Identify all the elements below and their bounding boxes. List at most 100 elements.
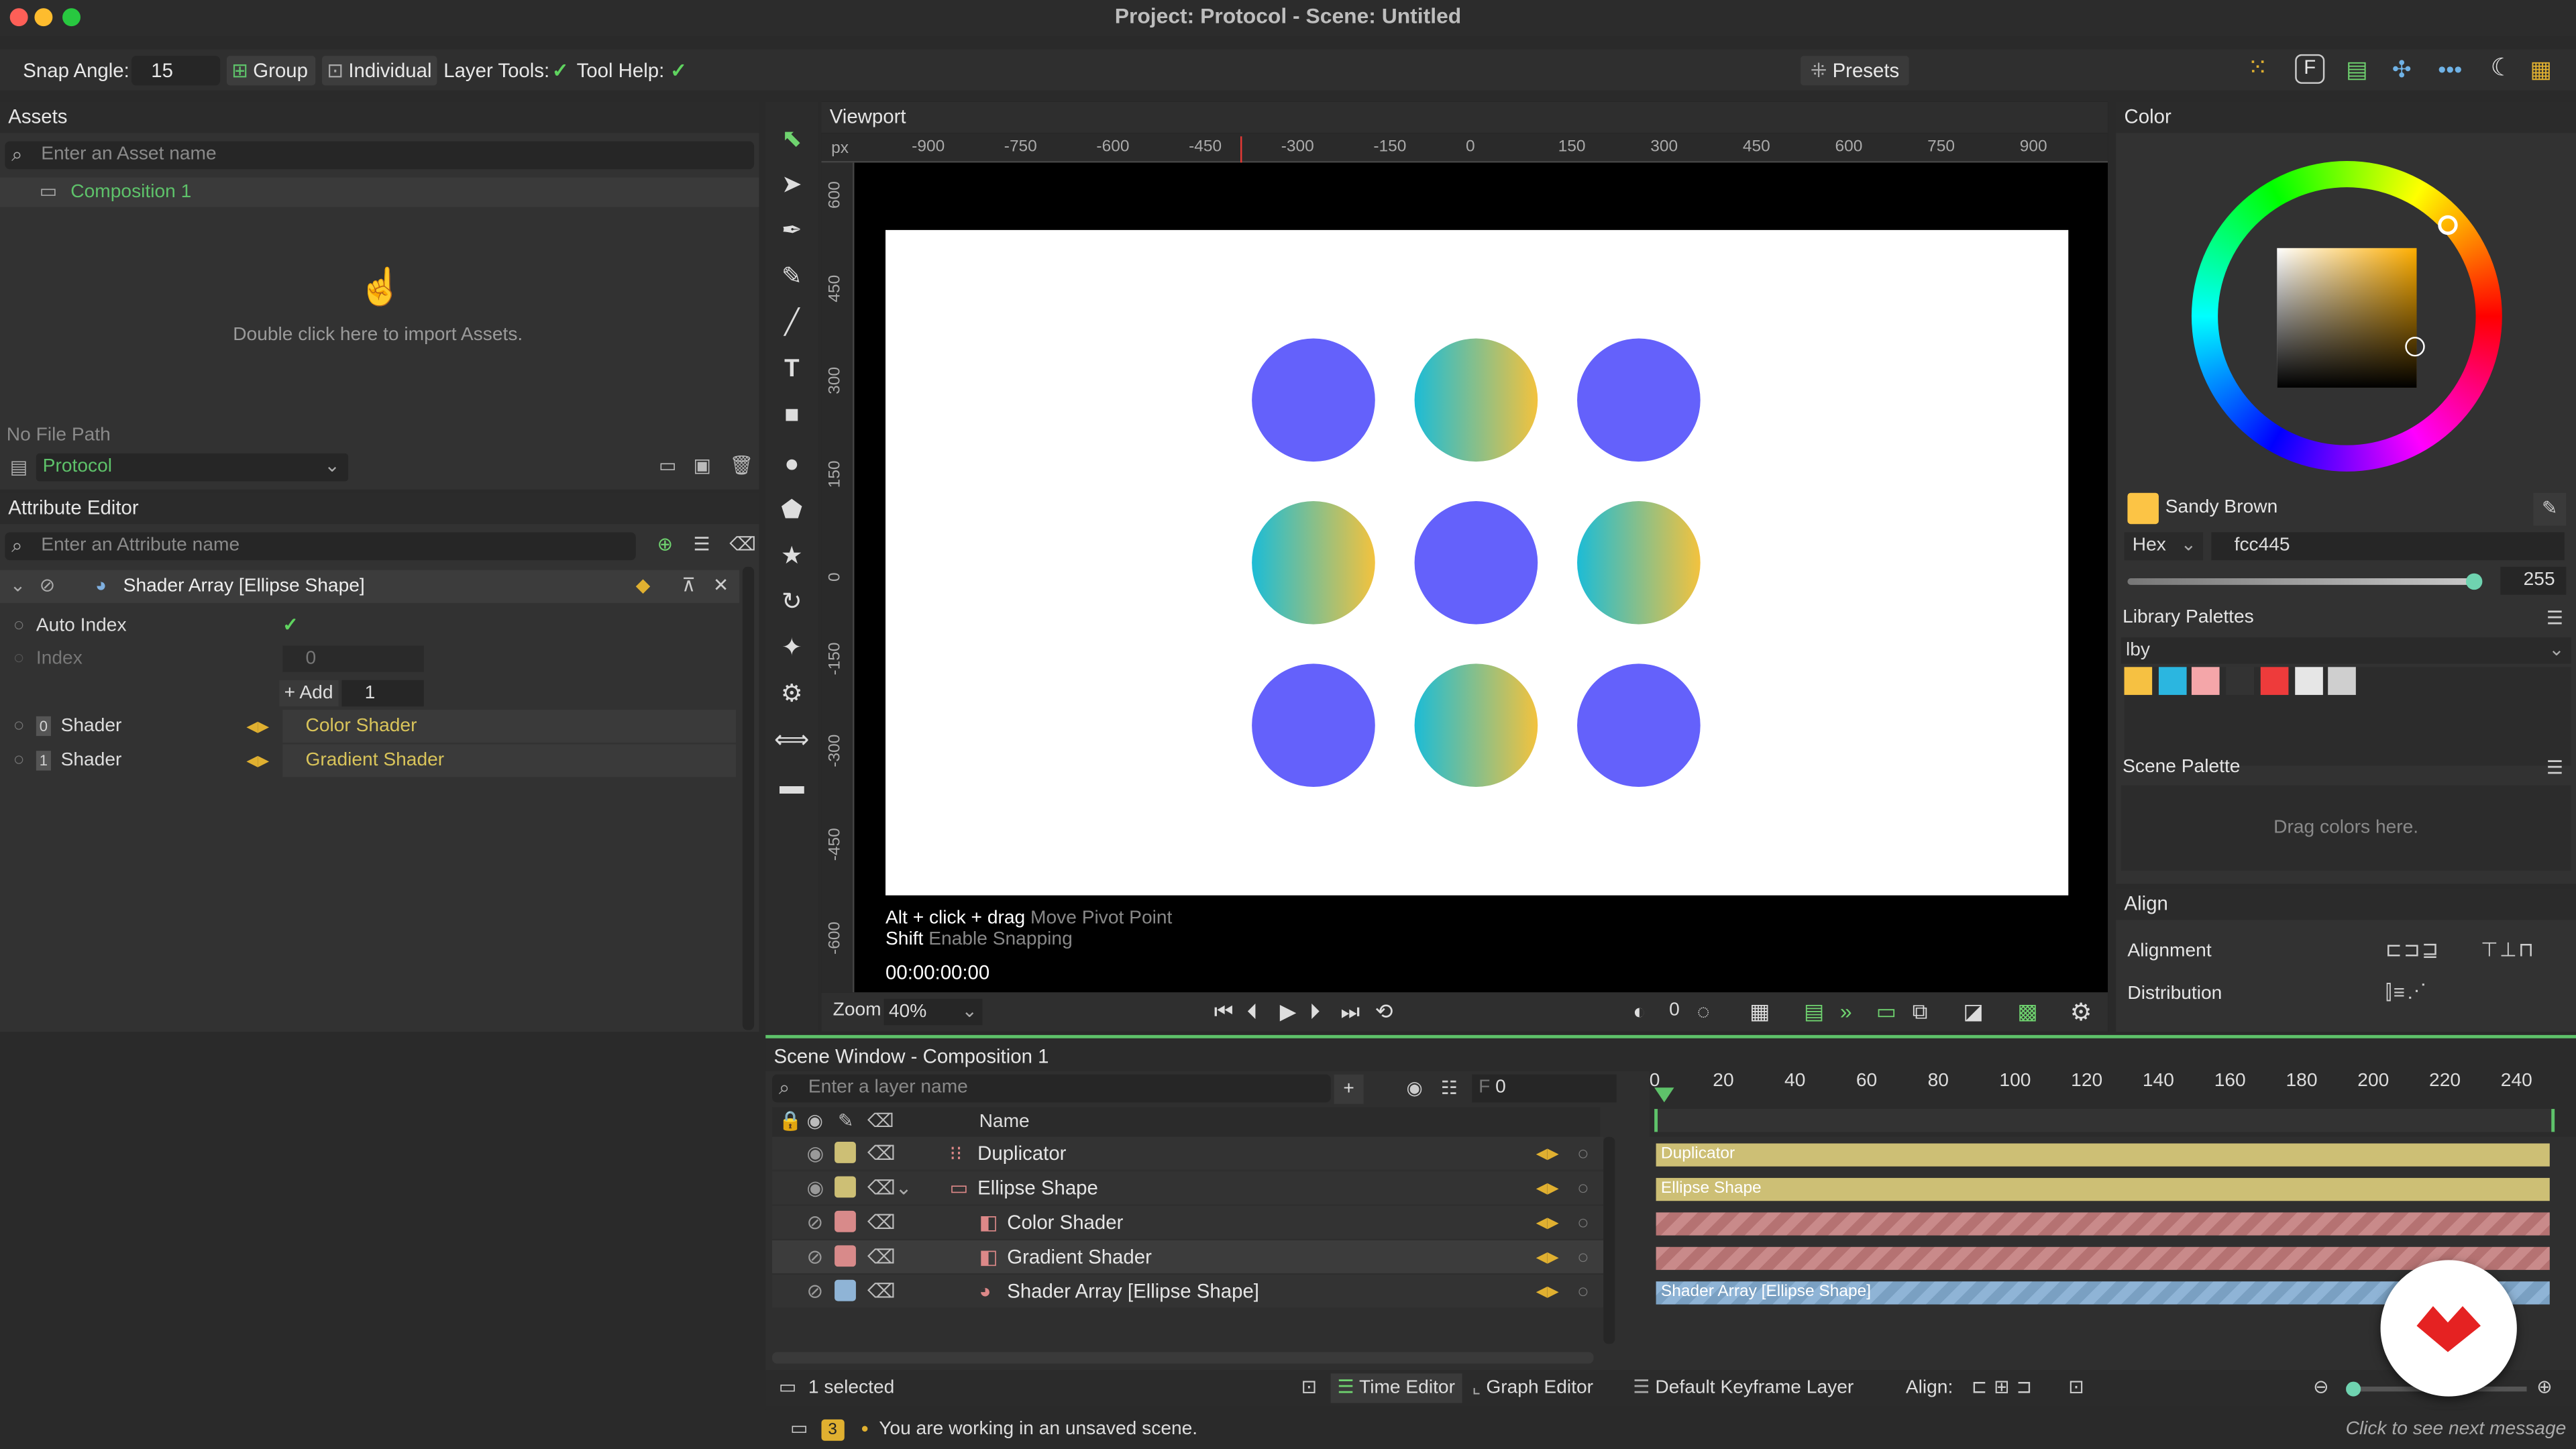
gear-tool-icon[interactable]: ⚙ xyxy=(773,677,810,713)
scene-palette-dropzone[interactable]: Drag colors here. xyxy=(2121,785,2571,871)
curve-icon[interactable]: ☾ xyxy=(2491,54,2513,84)
palette-swatch[interactable] xyxy=(2158,667,2186,695)
library-select[interactable]: lby ⌄ xyxy=(2121,637,2571,664)
layout-icon[interactable]: ▦ xyxy=(2530,54,2551,84)
node-header[interactable]: ⌄ ⊘ ◕ Shader Array [Ellipse Shape] ◆ ⊼ ✕ xyxy=(0,570,740,603)
group-toggle[interactable]: ⊞ Group xyxy=(226,56,316,86)
align-vertical-icons[interactable]: ⊤⊥⊓ xyxy=(2481,938,2536,961)
visibility-toggle-icon[interactable]: ⊘ xyxy=(806,1275,823,1307)
open-folder-icon[interactable]: ▭ xyxy=(659,453,677,476)
add-count-input[interactable]: 1 xyxy=(341,680,424,707)
pin-icon[interactable]: ⊼ xyxy=(682,570,696,603)
overlay-icon[interactable]: ⧉ xyxy=(1913,999,1928,1025)
tag-icon[interactable]: ⌫ xyxy=(867,1275,896,1307)
capsule-tool-icon[interactable]: ▬ xyxy=(773,769,810,805)
frame-offset[interactable]: 0 xyxy=(1669,1000,1680,1020)
individual-toggle[interactable]: ⊡ Individual xyxy=(322,56,437,86)
focus-icon[interactable]: ⊡ xyxy=(1301,1370,1318,1406)
gradient-circle[interactable] xyxy=(1577,500,1701,625)
solo-icon[interactable]: ○ xyxy=(1577,1240,1589,1273)
spacing-icon[interactable]: ••• xyxy=(2438,54,2462,84)
enable-icon[interactable]: ⊘ xyxy=(40,570,56,603)
layer-color-swatch[interactable] xyxy=(835,1279,856,1301)
add-layer-button[interactable]: + xyxy=(1334,1074,1364,1104)
work-area-bar[interactable] xyxy=(1654,1109,2555,1132)
solo-icon[interactable]: ○ xyxy=(1577,1275,1589,1307)
palette-swatch[interactable] xyxy=(2328,667,2357,695)
message-icon[interactable]: ▭ xyxy=(790,1409,808,1449)
rotate-tool-icon[interactable]: ↻ xyxy=(773,585,810,621)
text-tool-icon[interactable]: T xyxy=(773,352,810,388)
resize-tool-icon[interactable]: ⟺ xyxy=(773,723,810,759)
layer-search-input[interactable]: Enter a layer name xyxy=(772,1074,1331,1103)
solid-circle[interactable] xyxy=(1414,500,1538,625)
layer-row[interactable]: ◉ ⌫ ⌄ ▭ Ellipse Shape ◀▶ ○ xyxy=(772,1171,1604,1205)
color-mode-select[interactable]: Hex ⌄ xyxy=(2124,532,2204,561)
direct-select-tool-icon[interactable]: ➤ xyxy=(773,168,810,204)
radio-icon[interactable]: ○ xyxy=(13,610,25,643)
align-keys-icons[interactable]: ⊏⊞⊐ xyxy=(1972,1370,2039,1406)
keyframe-icon[interactable]: ◆ xyxy=(636,570,651,603)
loop-icon[interactable]: ⟲ xyxy=(1375,999,1393,1025)
distribute-icon[interactable]: ✣ xyxy=(2392,54,2412,84)
motion-icon[interactable]: » xyxy=(1840,999,1852,1024)
composition-item[interactable]: ▭ Composition 1 xyxy=(0,177,759,207)
zoom-in-icon[interactable]: ⊕ xyxy=(2536,1370,2553,1406)
keyframe-icon[interactable]: ◀▶ xyxy=(1536,1206,1559,1239)
solo-icon[interactable]: ○ xyxy=(1577,1206,1589,1239)
alpha-slider[interactable] xyxy=(2127,573,2483,590)
align-left-icon[interactable]: ▤ xyxy=(2346,54,2367,84)
auto-index-checkbox[interactable]: ✓ xyxy=(282,610,299,643)
solo-icon[interactable]: ○ xyxy=(1577,1137,1589,1170)
display-icon[interactable]: ▭ xyxy=(1876,999,1896,1025)
align-horizontal-icons[interactable]: ⊏⊐⊒ xyxy=(2385,938,2440,961)
visibility-toggle-icon[interactable]: ⊘ xyxy=(806,1240,823,1273)
palette-swatch[interactable] xyxy=(2226,667,2255,695)
layer-color-swatch[interactable] xyxy=(835,1142,856,1163)
layer-color-swatch[interactable] xyxy=(835,1210,856,1232)
gradient-circle[interactable] xyxy=(1414,663,1538,788)
playhead[interactable] xyxy=(1654,1087,1674,1103)
alpha-input[interactable]: 255 xyxy=(2500,566,2567,595)
layer-row[interactable]: ⊘ ⌫ ◧ Gradient Shader ◀▶ ○ xyxy=(772,1240,1604,1273)
select-tool-icon[interactable]: ⬉ xyxy=(773,121,810,158)
keyframe-icon[interactable]: ◀▶ xyxy=(246,710,269,743)
settings-icon[interactable]: ⚙ xyxy=(2070,998,2092,1027)
menu-icon[interactable]: ☰ xyxy=(2546,756,2563,778)
close-icon[interactable]: ✕ xyxy=(713,570,729,603)
solid-circle[interactable] xyxy=(1577,338,1701,462)
keyframe-icon[interactable]: ◀▶ xyxy=(1536,1137,1559,1170)
pin-icon[interactable]: ✎ xyxy=(838,1108,854,1137)
saturation-value-square[interactable] xyxy=(2277,248,2417,388)
locate-icon[interactable]: ⊕ xyxy=(657,532,674,555)
grid-icon[interactable]: ▦ xyxy=(1750,999,1770,1025)
layer-scrollbar[interactable] xyxy=(1603,1136,1615,1344)
skip-end-icon[interactable]: ⏭ xyxy=(1340,999,1360,1025)
eye-icon[interactable]: ◉ xyxy=(806,1171,824,1204)
layer-color-swatch[interactable] xyxy=(835,1245,856,1267)
shader-value-0[interactable]: Color Shader xyxy=(282,709,737,743)
tool-help-checkbox[interactable]: ✓ xyxy=(670,56,687,85)
canvas[interactable] xyxy=(885,229,2069,896)
menu-icon[interactable]: ☰ xyxy=(2546,606,2563,629)
snap-icon[interactable]: ◌ xyxy=(1697,999,1710,1024)
tag-icon[interactable]: ⌫ xyxy=(867,1108,894,1137)
onion-icon[interactable]: ◐ xyxy=(1633,999,1646,1024)
keyframe-icon[interactable]: ◀▶ xyxy=(1536,1171,1559,1204)
guides-icon[interactable]: ▤ xyxy=(1804,999,1824,1025)
asset-search-input[interactable]: Enter an Asset name xyxy=(5,141,755,170)
layer-settings-icon[interactable]: ☷ xyxy=(1441,1076,1458,1099)
rectangle-tool-icon[interactable]: ■ xyxy=(773,398,810,434)
palette-swatch[interactable] xyxy=(2124,667,2153,695)
frame-icon[interactable]: F xyxy=(2295,54,2325,84)
layer-row[interactable]: ⊘ ⌫ ◕ Shader Array [Ellipse Shape] ◀▶ ○ xyxy=(772,1275,1604,1308)
hex-input[interactable]: fcc445 xyxy=(2211,532,2565,561)
zoom-out-icon[interactable]: ⊖ xyxy=(2313,1370,2329,1406)
layer-row[interactable]: ◉ ⌫ ⁝⁝ Duplicator ◀▶ ○ xyxy=(772,1136,1604,1170)
palette-swatch[interactable] xyxy=(2192,667,2220,695)
radio-icon[interactable]: ○ xyxy=(13,710,25,743)
keyframe-layer-select[interactable]: ☰ Default Keyframe Layer xyxy=(1633,1370,1854,1406)
ellipse-tool-icon[interactable]: ● xyxy=(773,447,810,483)
eyedropper-icon[interactable]: ✎ xyxy=(2533,492,2567,526)
palette-swatch[interactable] xyxy=(2294,667,2322,695)
